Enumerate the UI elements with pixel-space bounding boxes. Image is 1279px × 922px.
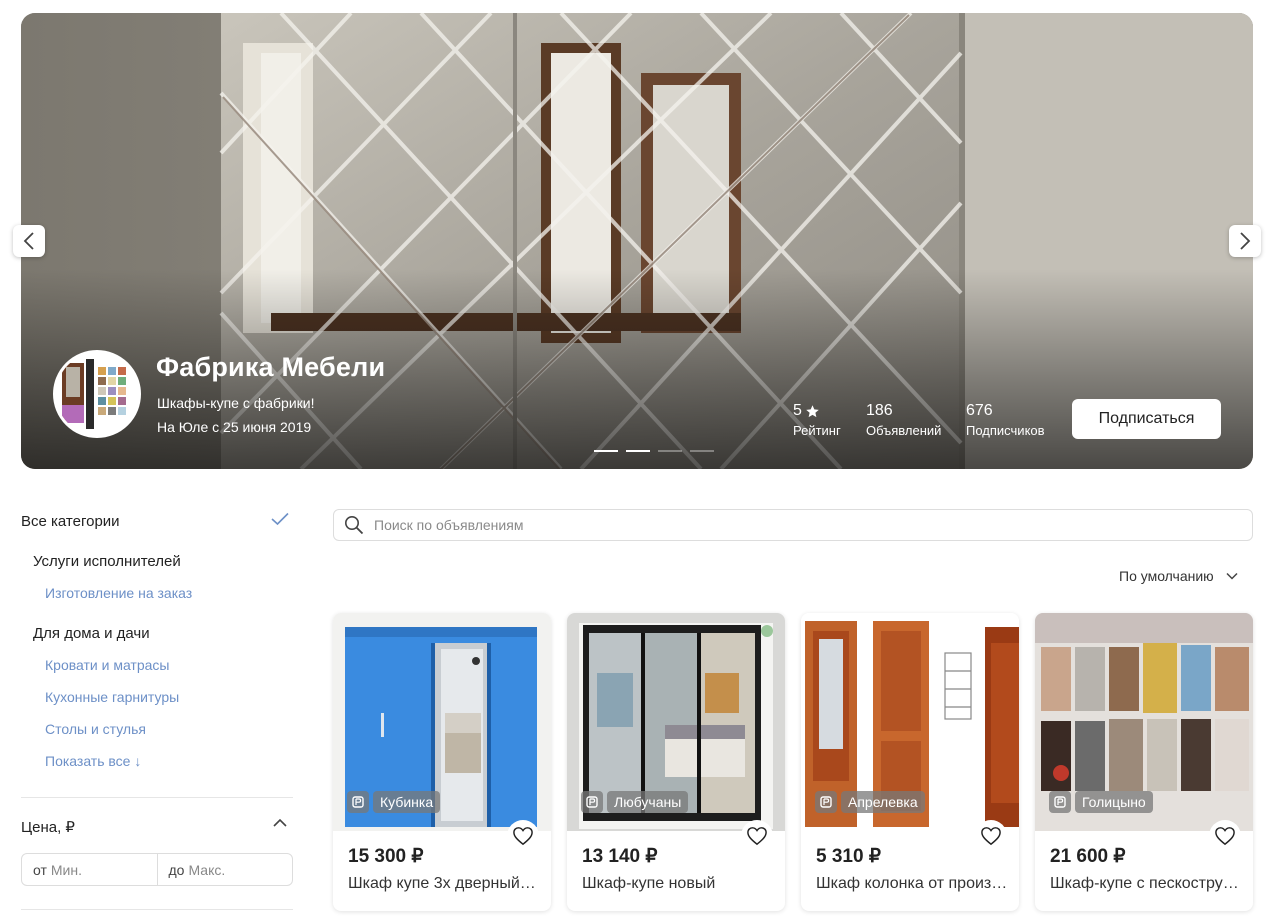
location-label: Апрелевка (841, 791, 925, 813)
category-all[interactable]: Все категории (21, 513, 120, 530)
delivery-icon (581, 791, 603, 813)
rating-label: Рейтинг (793, 423, 841, 438)
star-icon (806, 404, 819, 417)
product-price: 15 300 ₽ (348, 846, 424, 867)
search-icon (345, 516, 364, 535)
product-title[interactable]: Шкаф купе 3х дверный шириной 1,8 (348, 875, 540, 893)
search-bar[interactable] (333, 509, 1253, 541)
chevron-up-icon[interactable] (273, 818, 287, 827)
check-icon (271, 512, 289, 526)
product-title[interactable]: Шкаф-купе новый (582, 875, 774, 893)
shop-logo-image (56, 353, 138, 435)
product-price: 13 140 ₽ (582, 846, 658, 867)
category-group-services[interactable]: Услуги исполнителей (33, 553, 181, 570)
favorite-button[interactable] (507, 820, 539, 852)
carousel-dot[interactable] (626, 450, 650, 452)
chevron-down-icon (1226, 572, 1238, 580)
product-card[interactable]: Апрелевка 5 310 ₽ Шкаф колонка от произв… (801, 613, 1019, 911)
ads-value: 186 (866, 402, 893, 419)
category-group-home[interactable]: Для дома и дачи (33, 625, 150, 642)
chevron-left-icon (23, 232, 34, 250)
heart-icon (1215, 827, 1235, 846)
ads-label: Объявлений (866, 423, 942, 438)
location-badge: Апрелевка (815, 791, 925, 813)
price-range: от до (21, 853, 293, 886)
rating-value: 5 (793, 402, 802, 419)
carousel-dot[interactable] (658, 450, 682, 452)
product-card[interactable]: Голицыно 21 600 ₽ Шкаф-купе с пескоструй… (1035, 613, 1253, 911)
shop-avatar[interactable] (53, 350, 141, 438)
product-price: 5 310 ₽ (816, 846, 881, 867)
stat-ads: 186 Объявлений (866, 402, 941, 438)
heart-icon (513, 827, 533, 846)
category-show-all[interactable]: Показать все ↓ (45, 753, 141, 769)
price-to-field[interactable]: до (156, 854, 292, 885)
chevron-right-icon (1240, 232, 1251, 250)
carousel-dot[interactable] (690, 450, 714, 452)
shop-tagline: Шкафы-купе с фабрики! (157, 395, 315, 411)
price-from-prefix: от (33, 861, 47, 878)
location-badge: Кубинка (347, 791, 441, 813)
price-from-field[interactable]: от (22, 854, 157, 885)
search-input[interactable] (374, 517, 1234, 533)
shop-since: На Юле с 25 июня 2019 (157, 419, 312, 435)
favorite-button[interactable] (741, 820, 773, 852)
price-to-input[interactable] (188, 861, 292, 878)
banner-prev-button[interactable] (13, 225, 45, 257)
subs-value: 676 (966, 402, 993, 419)
stat-rating[interactable]: 5 Рейтинг (793, 402, 841, 438)
product-title[interactable]: Шкаф-купе с пескоструйным рисунком (1050, 875, 1242, 893)
favorite-button[interactable] (1209, 820, 1241, 852)
location-badge: Любучаны (581, 791, 689, 813)
product-title[interactable]: Шкаф колонка от производителя (816, 875, 1008, 893)
price-filter-title[interactable]: Цена, ₽ (21, 818, 75, 836)
subscribe-button[interactable]: Подписаться (1072, 399, 1221, 439)
delivery-icon (1049, 791, 1071, 813)
shop-name: Фабрика Мебели (156, 352, 386, 382)
price-to-prefix: до (168, 861, 185, 878)
sort-dropdown[interactable]: По умолчанию (1119, 568, 1238, 584)
heart-icon (981, 827, 1001, 846)
category-link-kitchens[interactable]: Кухонные гарнитуры (45, 689, 179, 705)
product-card[interactable]: Кубинка 15 300 ₽ Шкаф купе 3х дверный ши… (333, 613, 551, 911)
price-from-input[interactable] (50, 861, 157, 878)
delivery-icon (347, 791, 369, 813)
carousel-dot[interactable] (594, 450, 618, 452)
category-link-tables[interactable]: Столы и стулья (45, 721, 146, 737)
product-price: 21 600 ₽ (1050, 846, 1126, 867)
location-label: Любучаны (607, 791, 689, 813)
heart-icon (747, 827, 767, 846)
location-label: Кубинка (373, 791, 441, 813)
divider (21, 797, 293, 798)
carousel-dots[interactable] (594, 450, 714, 452)
location-label: Голицыно (1075, 791, 1153, 813)
category-link-custom-made[interactable]: Изготовление на заказ (45, 585, 192, 601)
delivery-icon (815, 791, 837, 813)
subs-label: Подписчиков (966, 423, 1045, 438)
stat-subscribers: 676 Подписчиков (966, 402, 1045, 438)
sort-label: По умолчанию (1119, 568, 1214, 584)
favorite-button[interactable] (975, 820, 1007, 852)
location-badge: Голицыно (1049, 791, 1153, 813)
category-link-beds[interactable]: Кровати и матрасы (45, 657, 169, 673)
banner-next-button[interactable] (1229, 225, 1261, 257)
product-card[interactable]: Любучаны 13 140 ₽ Шкаф-купе новый (567, 613, 785, 911)
divider (21, 909, 293, 910)
